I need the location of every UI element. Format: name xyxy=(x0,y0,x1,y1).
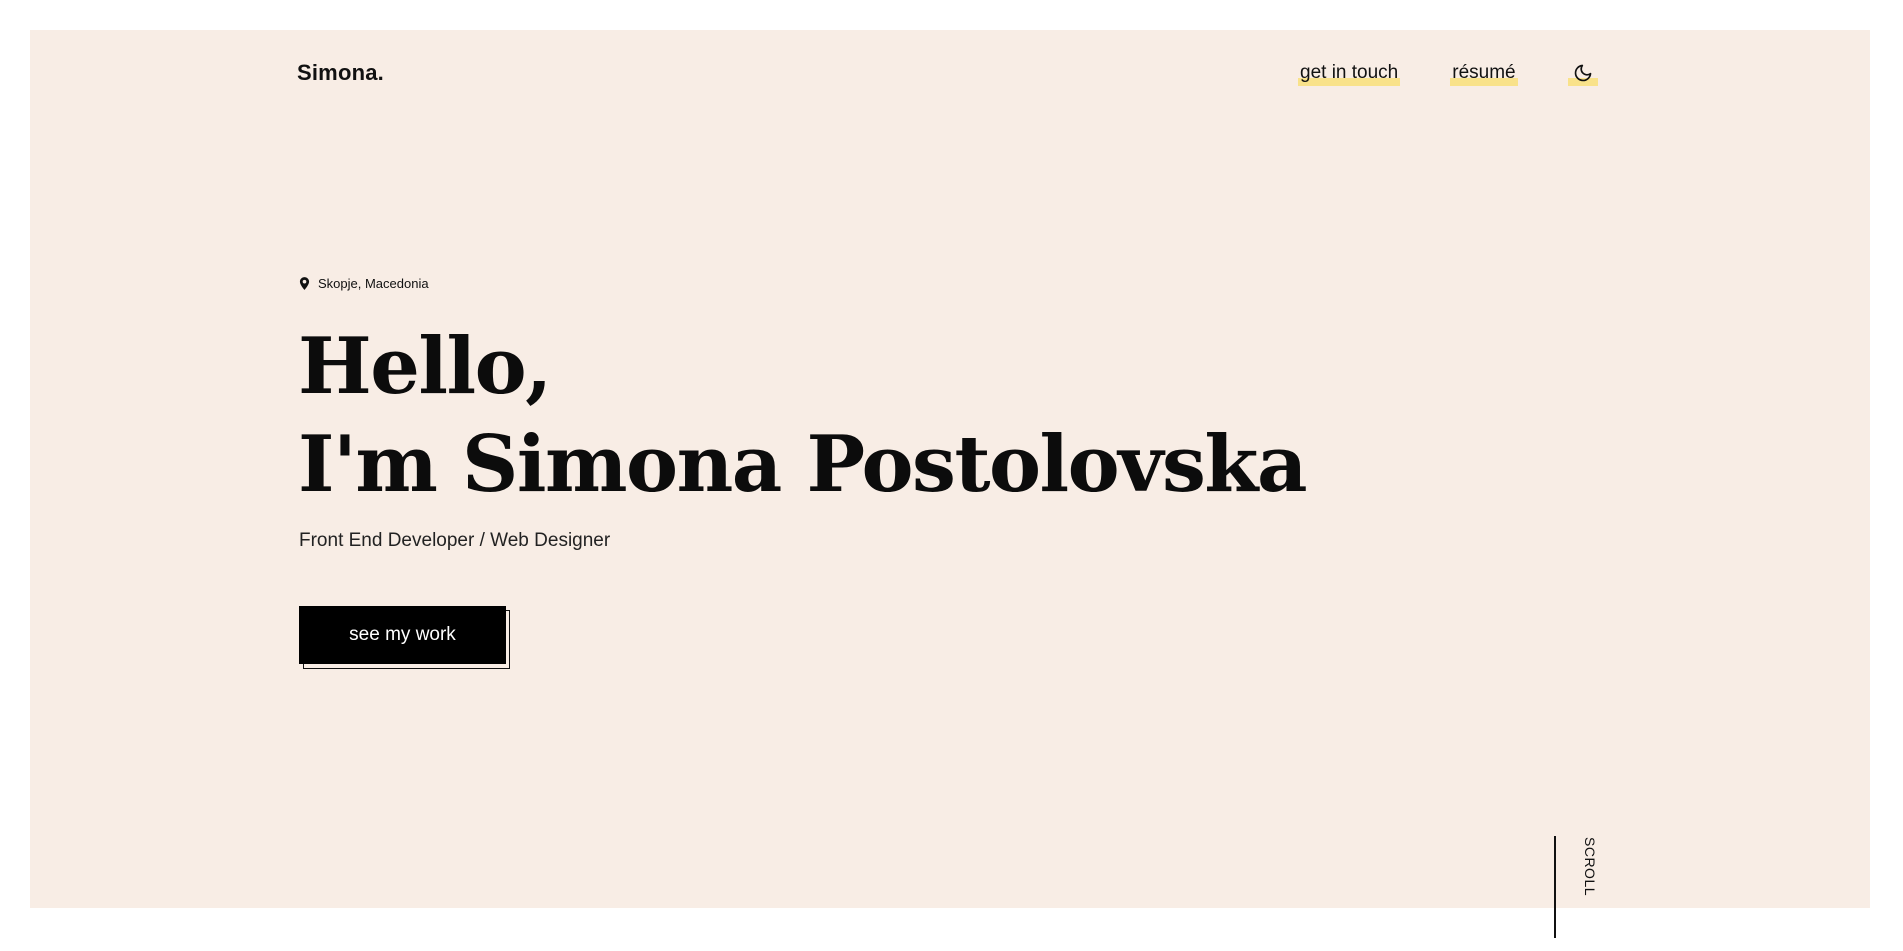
location-text: Skopje, Macedonia xyxy=(318,276,429,291)
headline-greeting: Hello, xyxy=(298,321,552,412)
headline-name: I'm Simona Postolovska xyxy=(298,419,1308,510)
location: Skopje, Macedonia xyxy=(299,276,429,291)
hero-subtitle: Front End Developer / Web Designer xyxy=(299,530,611,551)
map-pin-icon xyxy=(299,277,310,290)
logo[interactable]: Simona. xyxy=(297,60,384,86)
scroll-line xyxy=(1554,836,1556,938)
theme-toggle-button[interactable] xyxy=(1567,60,1598,86)
hero-headline: Hello, I'm Simona Postolovska xyxy=(298,318,1308,514)
nav-resume[interactable]: résumé xyxy=(1450,60,1518,86)
page: Simona. get in touch résumé Skopje, Mace… xyxy=(0,0,1903,951)
cta-container: see my work xyxy=(299,606,511,670)
main-nav: get in touch résumé xyxy=(1298,60,1598,86)
see-my-work-button[interactable]: see my work xyxy=(299,606,506,664)
moon-icon xyxy=(1574,64,1591,82)
scroll-indicator[interactable]: SCROLL xyxy=(1582,837,1598,896)
nav-get-in-touch[interactable]: get in touch xyxy=(1298,60,1401,86)
